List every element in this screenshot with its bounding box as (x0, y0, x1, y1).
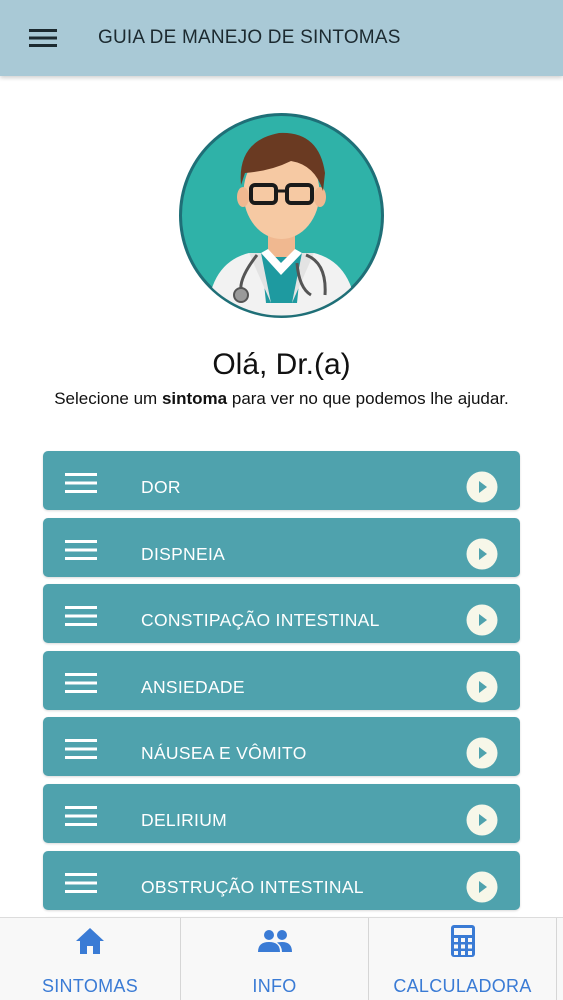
symptom-item-dor[interactable]: DOR (43, 451, 520, 510)
list-icon (65, 606, 97, 627)
symptom-item-nausea-vomito[interactable]: NÁUSEA E VÔMITO (43, 717, 520, 777)
list-icon (65, 805, 97, 826)
app-title: GUIA DE MANEJO DE SINTOMAS (98, 27, 401, 48)
instruction-text-part-1: Selecione um (54, 389, 162, 408)
symptom-label: OBSTRUÇÃO INTESTINAL (141, 876, 364, 897)
symptom-item-ansiedade[interactable]: ANSIEDADE (43, 650, 520, 710)
symptom-label: CONSTIPAÇÃO INTESTINAL (141, 610, 380, 631)
home-icon (76, 928, 104, 954)
hamburger-menu-icon (29, 29, 57, 47)
instruction-text-keyword: sintoma (161, 389, 228, 408)
tab-label: SINTOMAS (41, 976, 139, 996)
symptom-item-constipacao[interactable]: CONSTIPAÇÃO INTESTINAL (43, 584, 520, 644)
tab-calculadora[interactable]: CALCULADORA (369, 918, 556, 1000)
symptom-item-delirium[interactable]: DELIRIUM (43, 783, 520, 843)
play-arrow-icon (466, 871, 498, 903)
calculator-icon (450, 925, 475, 957)
list-icon (65, 539, 97, 560)
people-icon (257, 930, 292, 952)
tab-label: INFO (252, 976, 297, 996)
doctor-avatar-icon (179, 113, 384, 318)
app-bar: GUIA DE MANEJO DE SINTOMAS (0, 0, 563, 76)
list-icon (65, 672, 97, 693)
menu-button[interactable] (21, 16, 65, 60)
symptom-label: DISPNEIA (141, 543, 226, 564)
list-icon (65, 739, 97, 760)
play-arrow-icon (466, 471, 498, 503)
play-arrow-icon (466, 804, 498, 836)
play-arrow-icon (466, 538, 498, 570)
tab-info[interactable]: INFO (181, 918, 368, 1000)
symptom-item-obstrucao[interactable]: OBSTRUÇÃO INTESTINAL (43, 850, 520, 910)
symptom-item-dispneia[interactable]: DISPNEIA (43, 517, 520, 577)
symptom-label: DELIRIUM (141, 809, 228, 830)
tab-sintomas[interactable]: SINTOMAS (0, 918, 180, 1000)
tab-divider (556, 918, 557, 1000)
play-arrow-icon (466, 737, 498, 769)
symptom-label: ANSIEDADE (141, 676, 245, 697)
symptom-label: NÁUSEA E VÔMITO (141, 743, 307, 764)
play-arrow-icon (466, 671, 498, 703)
doctor-avatar (179, 113, 384, 318)
symptom-list: DOR DISPNEIA CONSTIPAÇÃO INTESTINAL ANSI… (43, 451, 520, 984)
bottom-navigation: SINTOMAS INFO CALCULADORA (0, 917, 563, 1000)
greeting-heading: Olá, Dr.(a) (212, 348, 351, 381)
symptom-label: DOR (141, 477, 181, 497)
play-arrow-icon (466, 604, 498, 636)
list-icon (65, 872, 97, 893)
instruction-text: Selecione um sintoma para ver no que pod… (50, 388, 513, 409)
tab-label: CALCULADORA (393, 976, 532, 996)
instruction-text-part-2: para ver no que podemos lhe ajudar. (227, 389, 509, 408)
list-icon (65, 473, 97, 493)
